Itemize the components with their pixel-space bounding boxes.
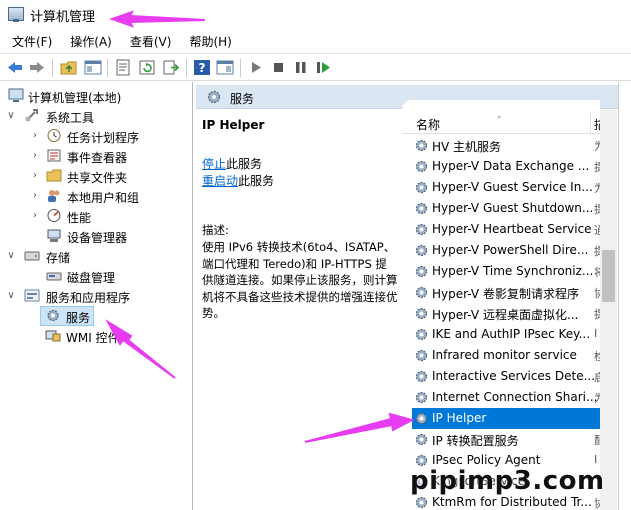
watermark-text: pipimp3.com bbox=[410, 466, 605, 496]
annotation-arrow-ip-helper bbox=[304, 412, 415, 443]
annotation-arrow-services bbox=[105, 319, 176, 379]
annotation-arrow-title bbox=[108, 10, 206, 28]
annotation-arrows bbox=[105, 10, 415, 443]
